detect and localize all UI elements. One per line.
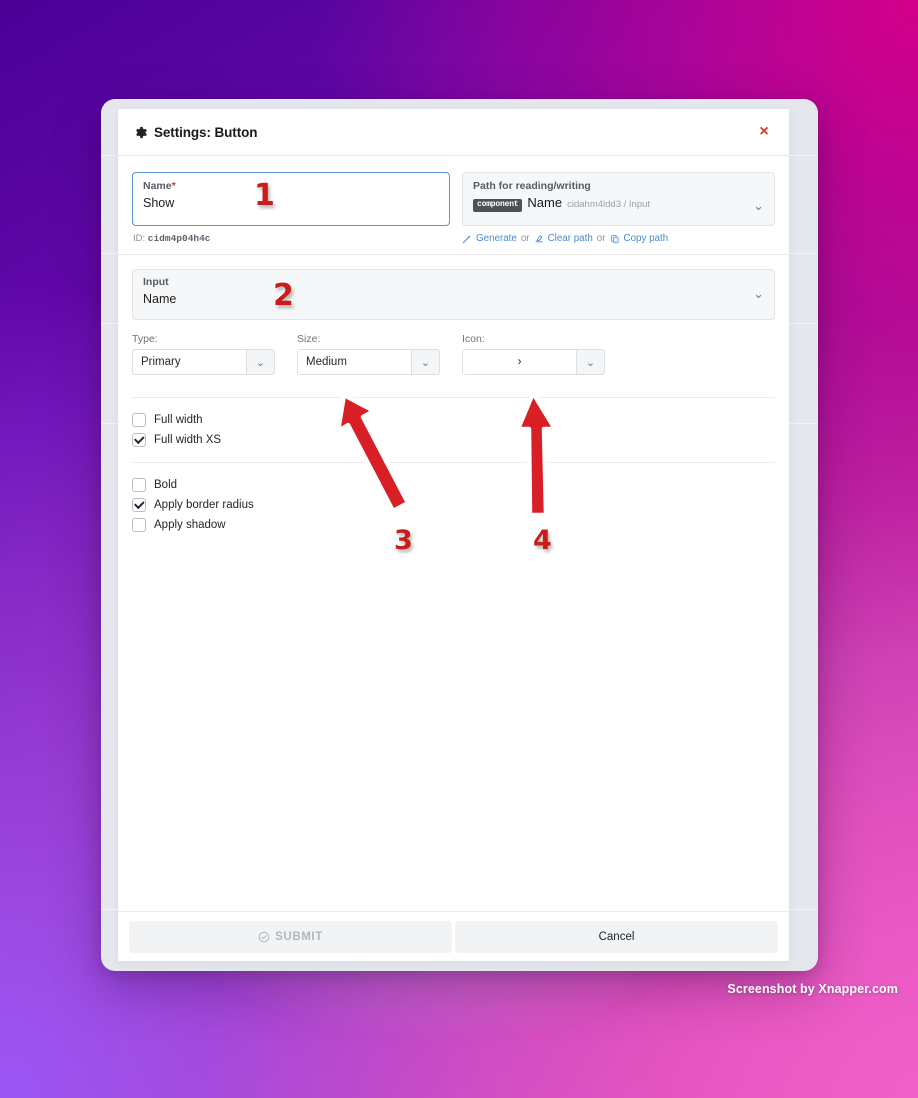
size-field: Size: Medium ⌄ xyxy=(297,333,440,375)
wand-icon xyxy=(462,234,471,243)
submit-button[interactable]: SUBMIT xyxy=(129,920,452,953)
checkbox-label: Full width xyxy=(154,414,203,426)
name-input[interactable]: Name* Show xyxy=(132,172,450,226)
path-value-row: component Name cidahm4ldd3 / Input xyxy=(473,195,747,213)
checkbox-box[interactable] xyxy=(132,518,146,532)
path-label: Path for reading/writing xyxy=(473,180,591,192)
checkbox-box[interactable] xyxy=(132,478,146,492)
chevron-down-icon[interactable]: ⌄ xyxy=(411,349,440,375)
cancel-button[interactable]: Cancel xyxy=(455,920,778,953)
dialog-header: Settings: Button × xyxy=(118,109,789,156)
size-select[interactable]: Medium ⌄ xyxy=(297,349,440,375)
checkbox-box[interactable] xyxy=(132,433,146,447)
chevron-down-icon[interactable]: ⌄ xyxy=(753,198,764,214)
size-select-value: Medium xyxy=(297,349,411,375)
path-actions: Generate or Clear path or Copy path xyxy=(462,233,775,244)
submit-button-label: SUBMIT xyxy=(275,930,323,943)
dialog-footer: SUBMIT Cancel xyxy=(118,911,789,961)
checkbox-bold[interactable]: Bold xyxy=(132,475,775,495)
checkbox-apply-border-radius[interactable]: Apply border radius xyxy=(132,495,775,515)
checkbox-label: Apply shadow xyxy=(154,519,226,531)
checkbox-apply-shadow[interactable]: Apply shadow xyxy=(132,515,775,535)
path-sub: cidahm4ldd3 / Input xyxy=(567,199,651,210)
checkbox-box[interactable] xyxy=(132,413,146,427)
or-text-2: or xyxy=(596,233,606,244)
copy-path-link[interactable]: Copy path xyxy=(624,233,669,244)
checkbox-label: Bold xyxy=(154,479,178,491)
name-label-text: Name xyxy=(143,180,172,192)
style-options-row: Type: Primary ⌄ Size: Medium ⌄ Icon: › ⌄ xyxy=(118,320,789,375)
checkbox-box[interactable] xyxy=(132,498,146,512)
path-inner: Path for reading/writing component Name … xyxy=(473,180,747,213)
input-select-inner: Input Name xyxy=(143,276,753,308)
dialog-body: Name* Show ID: cidm4p04h4c Path for read… xyxy=(118,156,789,911)
type-select-value: Primary xyxy=(132,349,246,375)
name-value: Show xyxy=(143,196,175,210)
dialog-title: Settings: Button xyxy=(154,124,258,140)
chevron-down-icon[interactable]: ⌄ xyxy=(753,286,764,302)
chevron-right-icon: › xyxy=(462,349,576,375)
gear-icon xyxy=(136,126,147,138)
input-select-label: Input xyxy=(143,276,169,288)
required-asterisk: * xyxy=(171,180,176,192)
component-id: ID: cidm4p04h4c xyxy=(132,233,450,244)
settings-dialog: Settings: Button × Name* Show ID: cidm4p… xyxy=(118,109,789,961)
copy-icon xyxy=(610,234,618,243)
input-section: Input Name ⌄ xyxy=(118,255,789,320)
chevron-down-icon[interactable]: ⌄ xyxy=(576,349,605,375)
watermark: Screenshot by Xnapper.com xyxy=(727,982,898,996)
checkbox-full-width-xs[interactable]: Full width XS xyxy=(132,430,775,450)
close-icon[interactable]: × xyxy=(753,121,775,143)
width-options-group: Full width Full width XS xyxy=(118,398,789,450)
generate-link[interactable]: Generate xyxy=(476,233,517,244)
path-field-group: Path for reading/writing component Name … xyxy=(462,172,775,244)
identity-section: Name* Show ID: cidm4p04h4c Path for read… xyxy=(118,156,789,255)
component-chip: component xyxy=(473,198,523,212)
icon-field: Icon: › ⌄ xyxy=(462,333,605,375)
path-name: Name xyxy=(527,195,563,210)
eraser-icon xyxy=(535,234,543,242)
chevron-down-icon[interactable]: ⌄ xyxy=(246,349,275,375)
icon-select[interactable]: › ⌄ xyxy=(462,349,605,375)
name-label: Name* xyxy=(143,180,439,193)
id-value: cidm4p04h4c xyxy=(147,233,211,244)
cancel-button-label: Cancel xyxy=(598,930,635,943)
size-label: Size: xyxy=(297,333,321,345)
clear-path-link[interactable]: Clear path xyxy=(548,233,593,244)
checkbox-label: Full width XS xyxy=(154,434,222,446)
checkbox-full-width[interactable]: Full width xyxy=(132,410,775,430)
check-circle-icon xyxy=(258,931,270,942)
appearance-options-group: Bold Apply border radius Apply shadow xyxy=(118,463,789,535)
name-field-group: Name* Show ID: cidm4p04h4c xyxy=(132,172,450,244)
type-label: Type: xyxy=(132,333,158,345)
type-select[interactable]: Primary ⌄ xyxy=(132,349,275,375)
id-prefix: ID: xyxy=(133,233,146,244)
checkbox-label: Apply border radius xyxy=(154,499,254,511)
path-select[interactable]: Path for reading/writing component Name … xyxy=(462,172,775,226)
input-select-value: Name xyxy=(143,292,177,306)
input-select[interactable]: Input Name ⌄ xyxy=(132,269,775,320)
icon-label: Icon: xyxy=(462,333,485,345)
type-field: Type: Primary ⌄ xyxy=(132,333,275,375)
or-text-1: or xyxy=(520,233,530,244)
